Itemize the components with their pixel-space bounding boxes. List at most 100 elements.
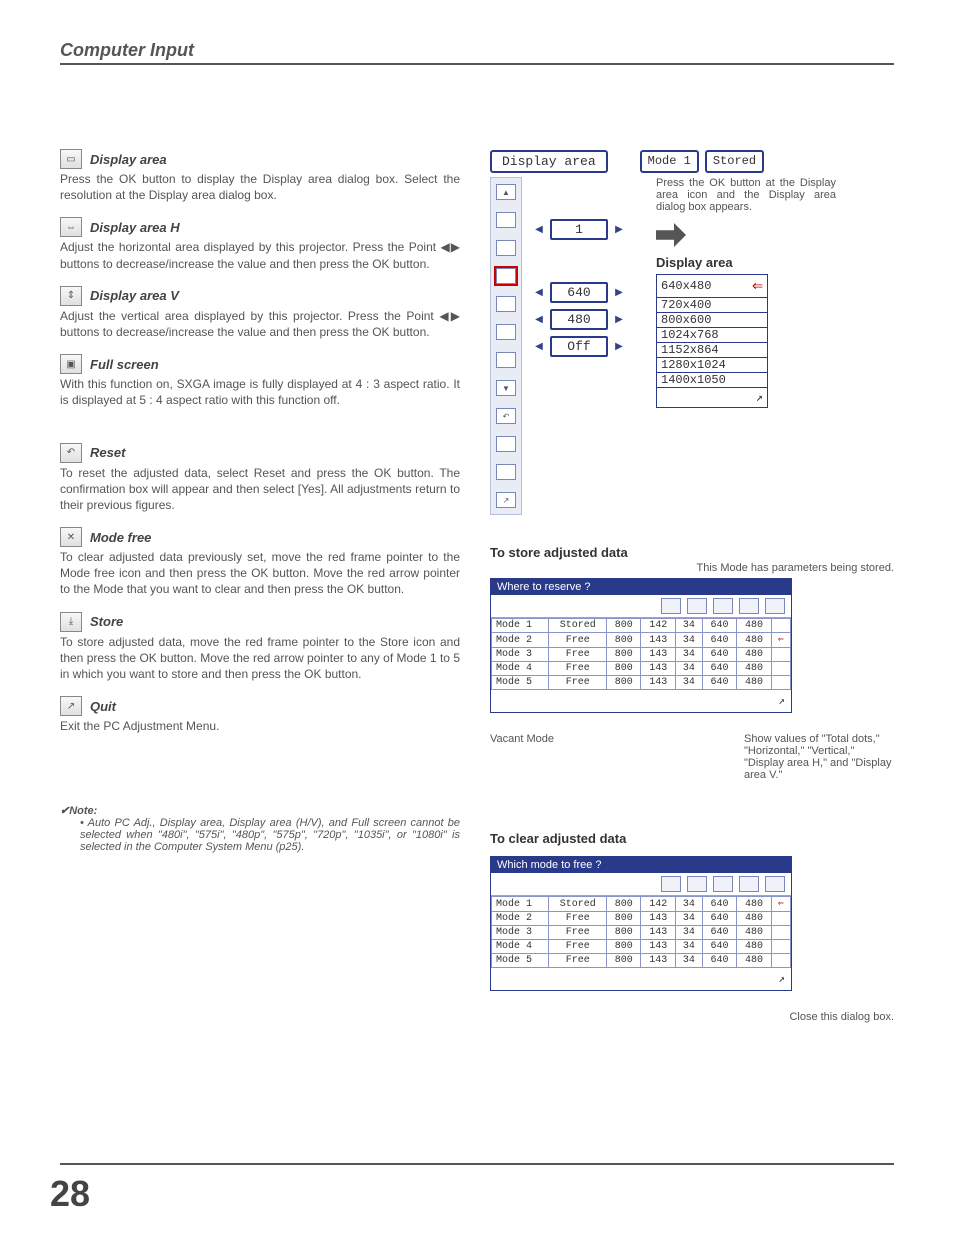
res-exit-icon: ↗ bbox=[657, 388, 767, 407]
exit-icon: ↗ bbox=[778, 974, 785, 986]
table-cell: 143 bbox=[641, 926, 675, 940]
row-arrow-cell bbox=[771, 648, 790, 662]
table-cell: 34 bbox=[675, 676, 702, 690]
table-cell: Free bbox=[549, 954, 606, 968]
res-text: 640x480 bbox=[661, 279, 711, 293]
table-cell: 34 bbox=[675, 633, 702, 648]
header-icon bbox=[713, 598, 733, 614]
row-arrow-cell: ⇐ bbox=[771, 897, 790, 912]
da-caption: Press the OK button at the Display area … bbox=[656, 177, 836, 213]
table-cell: Mode 1 bbox=[492, 619, 549, 633]
table-cell: Mode 5 bbox=[492, 954, 549, 968]
resolution-item: 720x400 bbox=[657, 298, 767, 313]
table-cell: 640 bbox=[702, 912, 736, 926]
table-cell: Stored bbox=[549, 619, 606, 633]
sidebar-icon bbox=[496, 240, 516, 256]
page-header: Computer Input bbox=[60, 40, 894, 65]
table-cell: Free bbox=[549, 676, 606, 690]
table-row: Mode 2Free80014334640480⇐ bbox=[492, 633, 791, 648]
header-icon bbox=[687, 876, 707, 892]
sidebar-up-icon: ▲ bbox=[496, 184, 516, 200]
right-arrow-icon: ▶ bbox=[612, 285, 626, 301]
resolution-item: 1152x864 bbox=[657, 343, 767, 358]
table-cell: Mode 3 bbox=[492, 648, 549, 662]
table-cell: 34 bbox=[675, 662, 702, 676]
resolution-item: 1280x1024 bbox=[657, 358, 767, 373]
table-cell: 640 bbox=[702, 954, 736, 968]
table-cell: 143 bbox=[641, 954, 675, 968]
sidebar-icon bbox=[496, 464, 516, 480]
display-area-h-icon: ⇔ bbox=[60, 217, 82, 237]
clear-title-bar: Which mode to free ? bbox=[491, 857, 791, 873]
table-cell: Free bbox=[549, 633, 606, 648]
table-cell: 480 bbox=[737, 633, 771, 648]
store-icon: ⤓ bbox=[60, 612, 82, 632]
display-area-h-body: Adjust the horizontal area displayed by … bbox=[60, 239, 460, 271]
table-cell: 142 bbox=[641, 619, 675, 633]
da-heading-pill: Display area bbox=[490, 150, 608, 173]
table-cell: 800 bbox=[606, 926, 640, 940]
table-cell: 34 bbox=[675, 648, 702, 662]
table-row: Mode 2Free80014334640480 bbox=[492, 912, 791, 926]
da-sidebar: ▲ ▼ ↶ ↗ bbox=[490, 177, 522, 515]
value-480: 480 bbox=[550, 309, 608, 330]
table-cell: 800 bbox=[606, 940, 640, 954]
resolution-item: 800x600 bbox=[657, 313, 767, 328]
show-values-label: Show values of "Total dots," "Horizontal… bbox=[744, 733, 894, 781]
table-cell: 143 bbox=[641, 633, 675, 648]
sidebar-display-area-icon bbox=[496, 268, 516, 284]
header-icon bbox=[739, 598, 759, 614]
selected-arrow-icon: ⇐ bbox=[752, 275, 763, 297]
store-title: Store bbox=[90, 614, 123, 629]
header-icon bbox=[739, 876, 759, 892]
header-icon bbox=[661, 598, 681, 614]
table-row: Mode 1Stored80014234640480⇐ bbox=[492, 897, 791, 912]
table-row: Mode 5Free80014334640480 bbox=[492, 954, 791, 968]
reset-title: Reset bbox=[90, 445, 125, 460]
table-cell: 480 bbox=[737, 648, 771, 662]
da-values: ◀ 1 ▶ ◀ 640 ▶ ◀ 480 ▶ bbox=[532, 177, 626, 515]
mode-free-body: To clear adjusted data previously set, m… bbox=[60, 549, 460, 598]
big-arrow-icon bbox=[656, 223, 686, 247]
table-cell: 143 bbox=[641, 662, 675, 676]
table-cell: 640 bbox=[702, 897, 736, 912]
right-arrow-icon: ▶ bbox=[612, 339, 626, 355]
row-arrow-cell bbox=[771, 940, 790, 954]
table-cell: 480 bbox=[737, 619, 771, 633]
sidebar-quit-icon: ↗ bbox=[496, 492, 516, 508]
header-icon bbox=[765, 876, 785, 892]
close-dialog-label: Close this dialog box. bbox=[490, 1011, 894, 1023]
table-cell: 34 bbox=[675, 926, 702, 940]
display-area-v-title: Display area V bbox=[90, 288, 179, 303]
table-cell: 640 bbox=[702, 662, 736, 676]
table-row: Mode 5Free80014334640480 bbox=[492, 676, 791, 690]
quit-icon: ↗ bbox=[60, 696, 82, 716]
table-cell: 34 bbox=[675, 912, 702, 926]
display-area-icon: ▭ bbox=[60, 149, 82, 169]
store-title-bar: Where to reserve ? bbox=[491, 579, 791, 595]
left-arrow-icon: ◀ bbox=[532, 339, 546, 355]
table-cell: Mode 2 bbox=[492, 912, 549, 926]
table-cell: 800 bbox=[606, 662, 640, 676]
header-icon bbox=[687, 598, 707, 614]
table-cell: 34 bbox=[675, 954, 702, 968]
quit-title: Quit bbox=[90, 699, 116, 714]
table-cell: 800 bbox=[606, 633, 640, 648]
sidebar-down-icon: ▼ bbox=[496, 380, 516, 396]
store-data-heading: To store adjusted data bbox=[490, 545, 894, 560]
da-mode-pill: Mode 1 bbox=[640, 150, 699, 173]
sidebar-icon bbox=[496, 352, 516, 368]
footer-rule bbox=[60, 1163, 894, 1165]
table-cell: 480 bbox=[737, 926, 771, 940]
da-right-label: Display area bbox=[656, 255, 836, 270]
table-cell: 480 bbox=[737, 954, 771, 968]
table-cell: Mode 4 bbox=[492, 662, 549, 676]
resolution-item: 1024x768 bbox=[657, 328, 767, 343]
table-cell: Stored bbox=[549, 897, 606, 912]
table-cell: 640 bbox=[702, 648, 736, 662]
store-table: Where to reserve ? Mode 1Stored800142346… bbox=[490, 578, 792, 713]
vacant-mode-label: Vacant Mode bbox=[490, 733, 554, 781]
table-cell: 142 bbox=[641, 897, 675, 912]
table-cell: 143 bbox=[641, 676, 675, 690]
clear-table: Which mode to free ? Mode 1Stored8001423… bbox=[490, 856, 792, 991]
